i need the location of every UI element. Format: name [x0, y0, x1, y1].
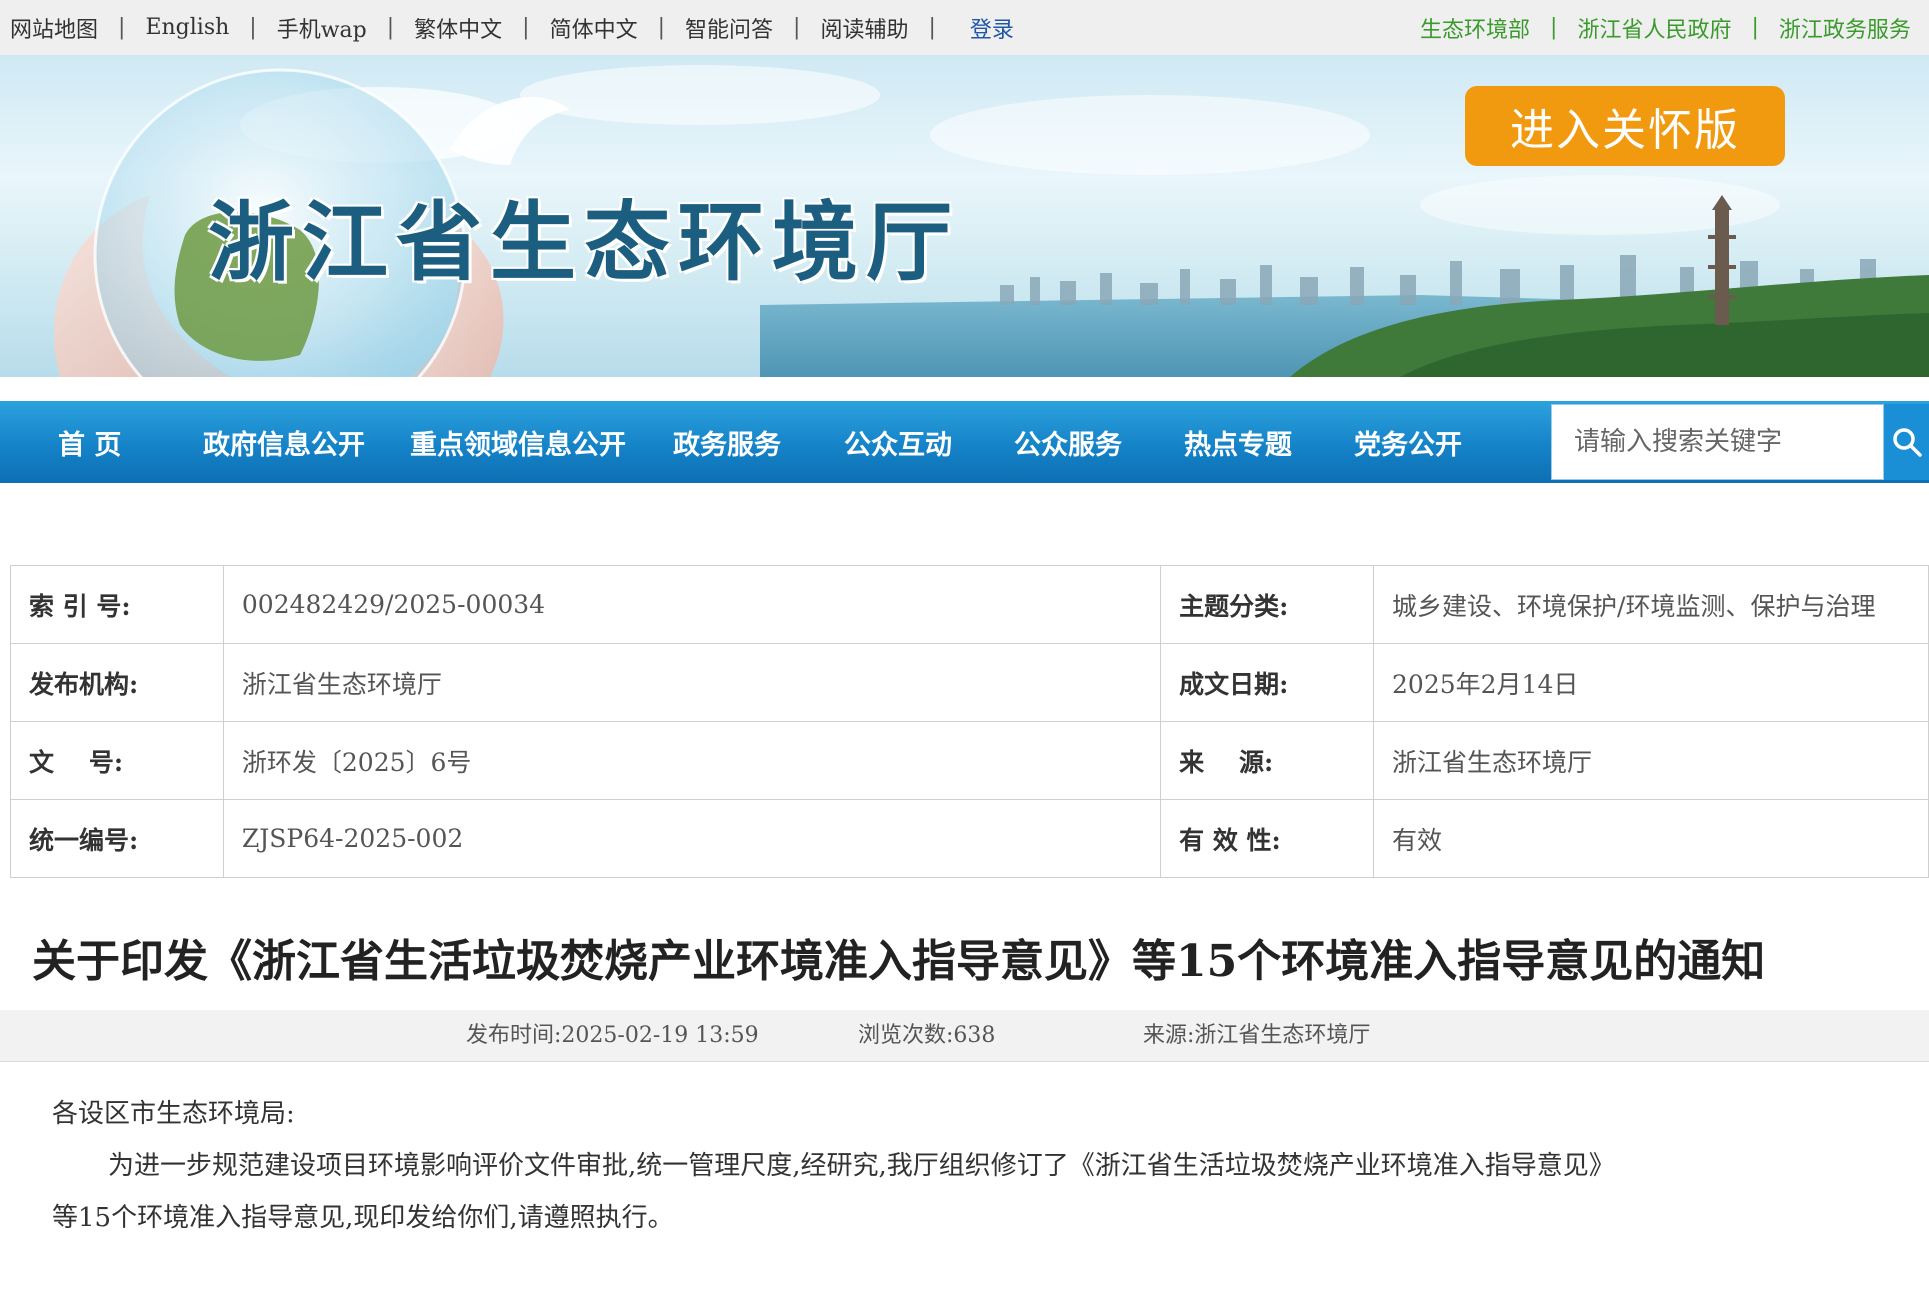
nav-gov-service[interactable]: 政务服务: [673, 401, 781, 483]
link-reading-aid[interactable]: 阅读辅助: [820, 12, 908, 44]
divider: |: [386, 15, 395, 40]
value-index-number: 002482429/2025-00034: [222, 565, 1162, 644]
value-validity: 有效: [1373, 799, 1929, 878]
article-title: 关于印发《浙江省生活垃圾焚烧产业环境准入指导意见》等15个环境准入指导意见的通知: [32, 936, 1766, 987]
nav-public-service[interactable]: 公众服务: [1014, 401, 1122, 483]
divider: |: [118, 15, 126, 40]
label-index-number: 索 引 号:: [10, 565, 224, 644]
site-title: 浙江省生态环境厅: [208, 192, 960, 293]
value-doc-number: 浙环发〔2025〕6号: [222, 721, 1162, 800]
divider: |: [1751, 15, 1759, 40]
label-issuer: 发布机构:: [10, 643, 224, 722]
table-row: 统一编号: ZJSP64-2025-002 有 效 性: 有效: [10, 799, 1929, 878]
label-source: 来 源:: [1160, 721, 1375, 800]
value-written-date: 2025年2月14日: [1373, 643, 1929, 722]
label-validity: 有 效 性:: [1160, 799, 1375, 878]
divider: |: [249, 15, 257, 40]
value-issuer: 浙江省生态环境厅: [222, 643, 1162, 722]
table-row: 发布机构: 浙江省生态环境厅 成文日期: 2025年2月14日: [10, 643, 1929, 722]
article-source: 来源:浙江省生态环境厅: [1143, 1023, 1371, 1048]
view-count: 浏览次数:638: [858, 1023, 996, 1048]
search-input[interactable]: [1552, 405, 1883, 479]
salutation: 各设区市生态环境局:: [52, 1099, 295, 1129]
search-button[interactable]: [1884, 404, 1929, 480]
link-english[interactable]: English: [145, 15, 229, 40]
nav-public-interaction[interactable]: 公众互动: [844, 401, 952, 483]
value-unified-number: ZJSP64-2025-002: [222, 799, 1162, 878]
link-zhejiang-service[interactable]: 浙江政务服务: [1779, 12, 1911, 44]
login-link[interactable]: 登录: [970, 12, 1014, 44]
top-utility-bar: 网站地图 | English | 手机wap | 繁体中文 | 简体中文 | 智…: [0, 0, 1929, 55]
search-icon: [1892, 428, 1922, 457]
label-written-date: 成文日期:: [1160, 643, 1375, 722]
divider: |: [928, 15, 936, 40]
divider: |: [1550, 15, 1558, 40]
label-doc-number: 文 号:: [10, 721, 224, 800]
table-row: 文 号: 浙环发〔2025〕6号 来 源: 浙江省生态环境厅: [10, 721, 1929, 800]
label-unified-number: 统一编号:: [10, 799, 224, 878]
link-simplified-chinese[interactable]: 简体中文: [550, 12, 638, 44]
link-mobile-wap[interactable]: 手机wap: [277, 12, 367, 44]
divider: |: [793, 15, 801, 40]
nav-key-info[interactable]: 重点领域信息公开: [410, 401, 626, 483]
body-paragraph-line: 等15个环境准入指导意见,现印发给你们,请遵照执行。: [52, 1203, 674, 1233]
divider: |: [522, 15, 530, 40]
care-version-button[interactable]: 进入关怀版: [1465, 86, 1785, 166]
main-nav: 首 页 政府信息公开 重点领域信息公开 政务服务 公众互动 公众服务 热点专题 …: [0, 401, 1929, 483]
divider: |: [657, 15, 666, 40]
value-topic: 城乡建设、环境保护/环境监测、保护与治理: [1373, 565, 1929, 644]
link-zhejiang-gov[interactable]: 浙江省人民政府: [1577, 12, 1731, 44]
table-row: 索 引 号: 002482429/2025-00034 主题分类: 城乡建设、环…: [10, 565, 1929, 644]
search-box: [1551, 404, 1884, 480]
link-ministry-ecology[interactable]: 生态环境部: [1420, 12, 1530, 44]
gov-links: 生态环境部 | 浙江省人民政府 | 浙江政务服务: [1420, 0, 1911, 55]
nav-hot-topics[interactable]: 热点专题: [1184, 401, 1292, 483]
article-body: 各设区市生态环境局: 为进一步规范建设项目环境影响评价文件审批,统一管理尺度,经…: [52, 1088, 1892, 1244]
value-source: 浙江省生态环境厅: [1373, 721, 1929, 800]
document-meta-table: 索 引 号: 002482429/2025-00034 主题分类: 城乡建设、环…: [10, 565, 1929, 878]
publish-time: 发布时间:2025-02-19 13:59: [466, 1023, 759, 1048]
nav-gov-info[interactable]: 政府信息公开: [203, 401, 365, 483]
article-info-bar: 发布时间:2025-02-19 13:59 浏览次数:638 来源:浙江省生态环…: [0, 1010, 1929, 1062]
label-topic: 主题分类:: [1160, 565, 1375, 644]
nav-party-affairs[interactable]: 党务公开: [1354, 401, 1462, 483]
link-sitemap[interactable]: 网站地图: [10, 12, 98, 44]
header-banner: 浙江省生态环境厅 进入关怀版: [0, 55, 1929, 377]
body-paragraph-line: 为进一步规范建设项目环境影响评价文件审批,统一管理尺度,经研究,我厅组织修订了《…: [108, 1151, 1615, 1181]
nav-home[interactable]: 首 页: [58, 401, 121, 483]
utility-links: 网站地图 | English | 手机wap | 繁体中文 | 简体中文 | 智…: [10, 0, 1014, 55]
link-traditional-chinese[interactable]: 繁体中文: [414, 12, 502, 44]
link-smart-qa[interactable]: 智能问答: [685, 12, 773, 44]
